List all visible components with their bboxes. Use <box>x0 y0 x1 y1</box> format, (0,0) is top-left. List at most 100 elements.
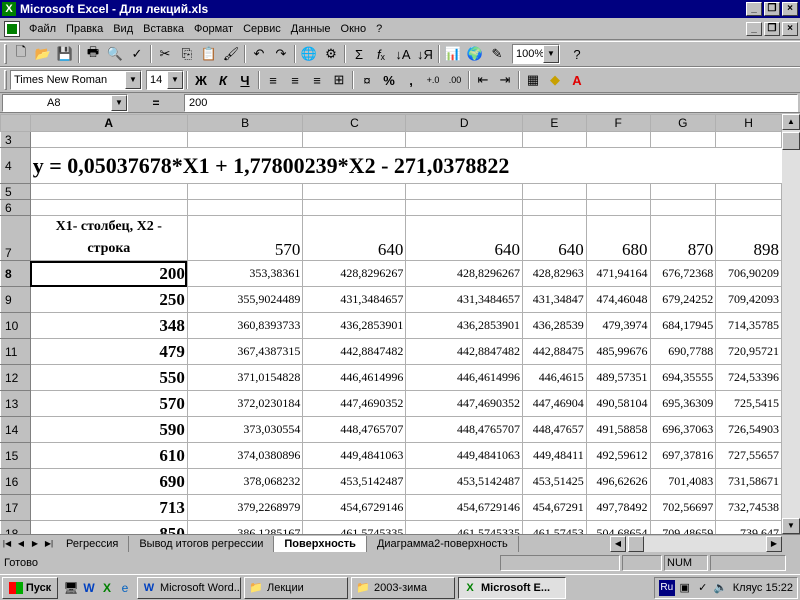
result-cell[interactable]: 461,57453 <box>521 520 587 534</box>
row-header[interactable]: 14 <box>0 416 31 443</box>
row-header[interactable]: 8 <box>0 260 31 287</box>
currency-icon[interactable]: ¤ <box>356 69 378 91</box>
result-cell[interactable]: 446,4614996 <box>405 364 523 391</box>
result-cell[interactable]: 431,3484657 <box>302 286 407 313</box>
tray-app-icon[interactable]: ▣ <box>677 580 693 596</box>
first-sheet-icon[interactable]: |◀ <box>0 536 14 552</box>
x1-value-cell[interactable]: 590 <box>29 416 188 443</box>
result-cell[interactable]: 491,58858 <box>585 416 651 443</box>
decrease-decimal-icon[interactable]: .00 <box>444 69 466 91</box>
sort-descending-icon[interactable]: ↓Я <box>414 43 436 65</box>
row-header[interactable]: 5 <box>0 183 31 200</box>
cell[interactable] <box>649 183 717 200</box>
column-header-b[interactable]: B <box>186 114 304 132</box>
x2-value-cell[interactable]: 640 <box>405 215 523 261</box>
x2-value-cell[interactable]: 570 <box>186 215 304 261</box>
result-cell[interactable]: 701,4083 <box>649 468 717 495</box>
percent-button[interactable]: % <box>378 69 400 91</box>
row-header[interactable]: 17 <box>0 494 31 521</box>
font-color-icon[interactable]: A <box>566 69 588 91</box>
row-header[interactable]: 12 <box>0 364 31 391</box>
scroll-up-icon[interactable]: ▲ <box>782 114 800 130</box>
result-cell[interactable]: 731,58671 <box>715 468 782 495</box>
row-header[interactable]: 13 <box>0 390 31 417</box>
menu-insert[interactable]: Вставка <box>138 20 189 38</box>
decrease-indent-icon[interactable]: ⇤ <box>472 69 494 91</box>
x1-value-cell[interactable]: 690 <box>29 468 188 495</box>
paste-icon[interactable]: 📋 <box>198 43 220 65</box>
chart-wizard-icon[interactable]: 📊 <box>442 43 464 65</box>
column-header-c[interactable]: C <box>302 114 407 132</box>
language-indicator[interactable]: Ru <box>658 580 675 596</box>
result-cell[interactable]: 454,67291 <box>521 494 587 521</box>
tray-volume-icon[interactable]: 🔈 <box>713 580 729 596</box>
merge-center-icon[interactable]: ⊞ <box>328 69 350 91</box>
cell[interactable] <box>521 183 587 200</box>
result-cell[interactable]: 714,35785 <box>715 312 782 339</box>
font-name-select[interactable]: Times New Roman ▼ <box>10 70 142 90</box>
internet-explorer-icon[interactable]: e <box>116 579 134 597</box>
x1-value-cell[interactable]: 610 <box>29 442 188 469</box>
tray-check-icon[interactable]: ✓ <box>695 580 711 596</box>
result-cell[interactable]: 453,51425 <box>521 468 587 495</box>
chevron-down-icon[interactable]: ▼ <box>111 94 127 111</box>
cell[interactable] <box>585 183 651 200</box>
row-header[interactable]: 11 <box>0 338 31 365</box>
result-cell[interactable]: 436,2853901 <box>405 312 523 339</box>
scroll-down-icon[interactable]: ▼ <box>782 518 800 534</box>
italic-button[interactable]: К <box>212 69 234 91</box>
cell[interactable] <box>715 131 782 148</box>
save-icon[interactable]: 💾 <box>54 43 76 65</box>
tab-regression[interactable]: Регрессия <box>56 535 130 552</box>
result-cell[interactable]: 684,17945 <box>649 312 717 339</box>
taskbar-button-excel[interactable]: X Microsoft E... <box>458 576 566 599</box>
tab-surface[interactable]: Поверхность <box>274 535 367 552</box>
column-header-h[interactable]: H <box>715 114 782 132</box>
menu-help[interactable]: ? <box>371 20 387 38</box>
result-cell[interactable]: 428,8296267 <box>405 260 523 287</box>
regression-equation-cell[interactable]: y = 0,05037678*X1 + 1,77800239*X2 - 271,… <box>29 147 782 184</box>
doc-close-button[interactable]: × <box>782 22 798 36</box>
result-cell[interactable]: 386,1285167 <box>186 520 304 534</box>
vertical-scrollbar[interactable]: ▲ ▼ <box>782 114 800 534</box>
column-header-d[interactable]: D <box>405 114 523 132</box>
tab-chart-surface[interactable]: Диаграмма2-поверхность <box>367 535 519 552</box>
result-cell[interactable]: 446,4614996 <box>302 364 407 391</box>
spelling-icon[interactable]: ✓ <box>126 43 148 65</box>
next-sheet-icon[interactable]: ▶ <box>28 536 42 552</box>
cell[interactable] <box>186 183 304 200</box>
result-cell[interactable]: 449,4841063 <box>302 442 407 469</box>
result-cell[interactable]: 447,46904 <box>521 390 587 417</box>
cell[interactable] <box>186 131 304 148</box>
chevron-down-icon[interactable]: ▼ <box>543 45 559 63</box>
new-icon[interactable]: 🗋 <box>10 43 32 65</box>
cell[interactable] <box>585 131 651 148</box>
start-button[interactable]: Пуск <box>2 576 58 599</box>
cell[interactable] <box>302 183 407 200</box>
result-cell[interactable]: 431,34847 <box>521 286 587 313</box>
desktop-icon[interactable]: 🖥 <box>62 579 80 597</box>
horizontal-scrollbar[interactable]: ◀ ▶ <box>610 536 782 552</box>
result-cell[interactable]: 453,5142487 <box>405 468 523 495</box>
result-cell[interactable]: 706,90209 <box>715 260 782 287</box>
borders-icon[interactable]: ▦ <box>522 69 544 91</box>
result-cell[interactable]: 367,4387315 <box>186 338 304 365</box>
menu-format[interactable]: Формат <box>189 20 238 38</box>
taskbar-button-word[interactable]: W Microsoft Word... <box>137 576 241 599</box>
map-icon[interactable]: 🌍 <box>464 43 486 65</box>
formula-input[interactable]: 200 <box>184 93 798 112</box>
result-cell[interactable]: 449,4841063 <box>405 442 523 469</box>
x1-value-cell[interactable]: 550 <box>29 364 188 391</box>
x1-value-cell[interactable]: 200 <box>29 260 188 287</box>
result-cell[interactable]: 360,8393733 <box>186 312 304 339</box>
autosum-icon[interactable]: Σ <box>348 43 370 65</box>
row-header[interactable]: 18 <box>0 520 31 534</box>
result-cell[interactable]: 442,8847482 <box>405 338 523 365</box>
result-cell[interactable]: 454,6729146 <box>405 494 523 521</box>
restore-button[interactable]: ❐ <box>764 2 780 16</box>
align-right-icon[interactable]: ≡ <box>306 69 328 91</box>
cell[interactable] <box>649 131 717 148</box>
result-cell[interactable]: 374,0380896 <box>186 442 304 469</box>
row-header[interactable]: 6 <box>0 199 31 216</box>
chevron-down-icon[interactable]: ▼ <box>125 71 141 89</box>
